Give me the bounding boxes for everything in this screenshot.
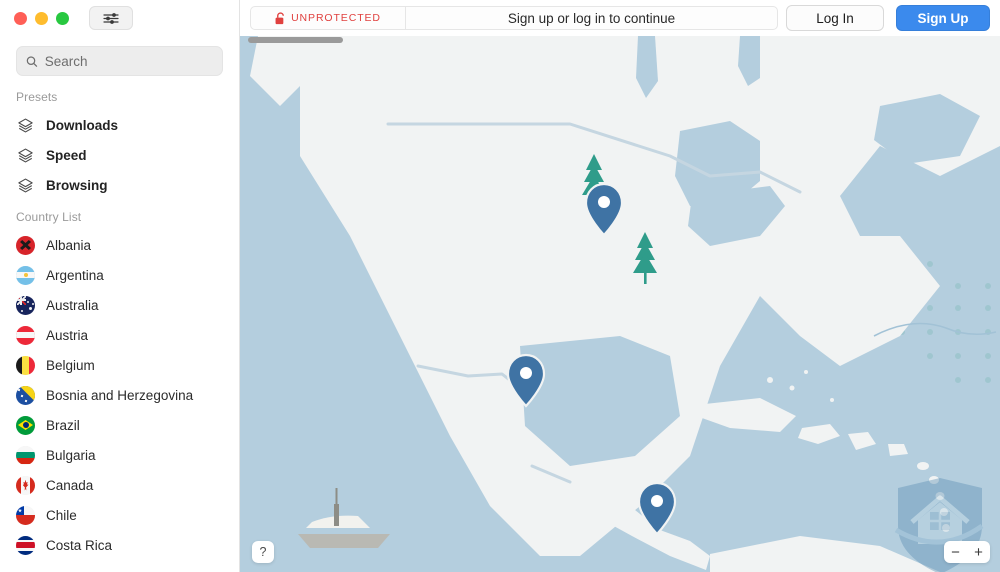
flag-argentina (16, 265, 35, 285)
address-bar[interactable]: Sign up or log in to continue (405, 6, 778, 30)
country-item-canada[interactable]: Canada (0, 470, 239, 500)
unlocked-padlock-icon (275, 11, 285, 24)
preset-item-browsing[interactable]: Browsing (0, 170, 239, 200)
country-label: Costa Rica (46, 537, 113, 553)
presets-section-label: Presets (16, 90, 58, 104)
log-in-button-label: Log In (816, 10, 854, 26)
main-panel: UNPROTECTED Sign up or log in to continu… (240, 0, 1000, 572)
sliders-settings-button[interactable] (89, 6, 133, 30)
search-box[interactable] (16, 46, 223, 76)
map-canvas[interactable] (240, 36, 1000, 572)
maximize-window-button[interactable] (56, 11, 69, 25)
sliders-icon (103, 12, 119, 24)
help-button-label: ? (259, 545, 267, 559)
country-label: Bulgaria (46, 447, 96, 463)
flag-austria (16, 325, 35, 345)
help-button[interactable]: ? (252, 541, 274, 563)
country-item-belgium[interactable]: Belgium (0, 350, 239, 380)
close-window-button[interactable] (14, 11, 27, 25)
zoom-out-label: − (951, 543, 960, 561)
country-item-bosnia-and-herzegovina[interactable]: Bosnia and Herzegovina (0, 380, 239, 410)
country-list-section-label: Country List (16, 210, 82, 224)
flag-chile (16, 505, 35, 525)
window-controls (14, 11, 69, 25)
country-item-albania[interactable]: Albania (0, 230, 239, 260)
layers-icon (18, 177, 33, 193)
world-map[interactable]: ? − + (240, 36, 1000, 572)
presets-list: Downloads Speed Browsing (0, 110, 239, 200)
horizontal-scrollbar[interactable] (248, 37, 343, 43)
preset-label: Downloads (46, 117, 119, 133)
country-label: Belgium (46, 357, 95, 373)
flag-bulgaria (16, 445, 35, 465)
flag-belgium (16, 355, 35, 375)
flag-australia (16, 295, 35, 315)
sign-up-button-label: Sign Up (917, 10, 969, 26)
layers-icon (18, 147, 33, 163)
preset-label: Speed (46, 147, 87, 163)
address-bar-text: Sign up or log in to continue (507, 10, 676, 26)
flag-bosnia-and-herzegovina (16, 385, 35, 405)
minimize-window-button[interactable] (35, 11, 48, 25)
sign-up-button[interactable]: Sign Up (896, 5, 990, 31)
layers-icon (18, 117, 33, 133)
zoom-in-button[interactable]: + (967, 541, 990, 563)
flag-costa-rica (16, 535, 35, 555)
flag-albania (16, 235, 35, 255)
preset-label: Browsing (46, 177, 108, 193)
log-in-button[interactable]: Log In (786, 5, 884, 31)
country-label: Brazil (46, 417, 80, 433)
app-window: Presets Downloads (0, 0, 1000, 572)
sidebar: Presets Downloads (0, 0, 240, 572)
zoom-in-label: + (974, 543, 983, 561)
country-item-chile[interactable]: Chile (0, 500, 239, 530)
country-label: Bosnia and Herzegovina (46, 387, 194, 403)
zoom-controls: − + (944, 541, 990, 563)
country-label: Austria (46, 327, 89, 343)
search-input[interactable] (44, 53, 213, 69)
country-label: Albania (46, 237, 92, 253)
country-item-argentina[interactable]: Argentina (0, 260, 239, 290)
search-container (0, 36, 239, 80)
preset-item-downloads[interactable]: Downloads (0, 110, 239, 140)
country-item-bulgaria[interactable]: Bulgaria (0, 440, 239, 470)
search-icon (26, 55, 38, 67)
country-item-australia[interactable]: Australia (0, 290, 239, 320)
country-item-costa-rica[interactable]: Costa Rica (0, 530, 239, 560)
zoom-out-button[interactable]: − (944, 541, 967, 563)
country-label: Argentina (46, 267, 104, 283)
title-bar (0, 0, 239, 36)
country-item-brazil[interactable]: Brazil (0, 410, 239, 440)
country-list[interactable]: Albania Argentina Australia Austria Belg… (0, 230, 239, 572)
country-label: Chile (46, 507, 77, 523)
toolbar: UNPROTECTED Sign up or log in to continu… (240, 0, 1000, 36)
country-item-austria[interactable]: Austria (0, 320, 239, 350)
flag-brazil (16, 415, 35, 435)
preset-item-speed[interactable]: Speed (0, 140, 239, 170)
status-badge-label: UNPROTECTED (291, 12, 381, 24)
country-label: Australia (46, 297, 99, 313)
country-label: Canada (46, 477, 94, 493)
flag-canada (16, 475, 35, 495)
status-badge: UNPROTECTED (250, 6, 405, 30)
